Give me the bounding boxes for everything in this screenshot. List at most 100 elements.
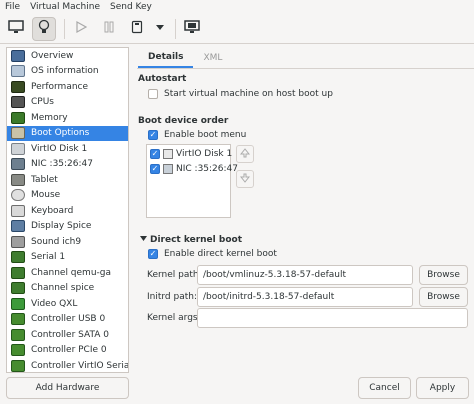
enable-kernel-boot-checkbox[interactable]: ✓ bbox=[148, 249, 158, 259]
display-icon bbox=[11, 220, 25, 233]
sidebar-item-sound[interactable]: Sound ich9 bbox=[7, 234, 128, 250]
info-icon bbox=[11, 65, 25, 78]
fullscreen-icon bbox=[184, 20, 200, 37]
boot-icon bbox=[11, 127, 25, 140]
autostart-checkbox[interactable] bbox=[148, 89, 158, 99]
sidebar-item-overview[interactable]: Overview bbox=[7, 48, 128, 64]
sidebar-item-os-information[interactable]: OS information bbox=[7, 64, 128, 80]
kernel-path-label: Kernel path: bbox=[147, 270, 202, 280]
sidebar-item-label: Keyboard bbox=[31, 205, 74, 216]
sidebar-item-channel-spice[interactable]: Channel spice bbox=[7, 281, 128, 297]
performance-icon bbox=[11, 80, 25, 93]
kernel-args-label: Kernel args: bbox=[147, 313, 201, 323]
monitor-icon bbox=[8, 20, 24, 37]
controller-icon bbox=[11, 359, 25, 372]
sidebar-item-virtio-disk[interactable]: VirtIO Disk 1 bbox=[7, 141, 128, 157]
toolbar bbox=[0, 14, 474, 44]
apply-button[interactable]: Apply bbox=[416, 377, 469, 399]
sidebar-item-serial[interactable]: Serial 1 bbox=[7, 250, 128, 266]
sidebar-item-controller-usb[interactable]: Controller USB 0 bbox=[7, 312, 128, 328]
autostart-checkbox-label: Start virtual machine on host boot up bbox=[164, 89, 333, 99]
sidebar-item-controller-pcie[interactable]: Controller PCIe 0 bbox=[7, 343, 128, 359]
run-button[interactable] bbox=[69, 17, 93, 41]
menu-send-key[interactable]: Send Key bbox=[105, 2, 157, 12]
boot-device-checkbox[interactable]: ✓ bbox=[150, 164, 160, 174]
boot-device-item[interactable]: ✓ NIC :35:26:47 bbox=[150, 164, 238, 174]
memory-icon bbox=[11, 111, 25, 124]
sidebar-item-video-qxl[interactable]: Video QXL bbox=[7, 296, 128, 312]
sidebar-item-tablet[interactable]: Tablet bbox=[7, 172, 128, 188]
tab-xml[interactable]: XML bbox=[193, 48, 232, 68]
console-button[interactable] bbox=[4, 17, 28, 41]
toolbar-separator bbox=[175, 18, 176, 39]
sidebar-item-label: Overview bbox=[31, 50, 74, 61]
kernel-args-input[interactable] bbox=[197, 308, 468, 328]
cpu-icon bbox=[11, 96, 25, 109]
sidebar-item-label: Controller PCIe 0 bbox=[31, 345, 107, 356]
sidebar-item-memory[interactable]: Memory bbox=[7, 110, 128, 126]
arrow-up-icon bbox=[239, 147, 251, 161]
sidebar-item-keyboard[interactable]: Keyboard bbox=[7, 203, 128, 219]
enable-kernel-boot-row[interactable]: ✓ Enable direct kernel boot bbox=[148, 249, 277, 259]
add-hardware-button[interactable]: Add Hardware bbox=[6, 377, 129, 399]
controller-icon bbox=[11, 313, 25, 326]
boot-order-heading: Boot device order bbox=[138, 116, 229, 126]
sidebar-item-performance[interactable]: Performance bbox=[7, 79, 128, 95]
sidebar-item-label: Display Spice bbox=[31, 221, 92, 232]
sidebar-item-label: Controller VirtIO Serial 0 bbox=[31, 360, 129, 371]
arrow-down-icon bbox=[239, 173, 251, 186]
tab-bar: Details XML bbox=[138, 48, 232, 68]
sidebar-item-controller-sata[interactable]: Controller SATA 0 bbox=[7, 327, 128, 343]
sidebar-item-label: VirtIO Disk 1 bbox=[31, 143, 88, 154]
sidebar-item-channel-qemu-ga[interactable]: Channel qemu-ga bbox=[7, 265, 128, 281]
move-down-button[interactable] bbox=[236, 170, 254, 188]
pause-button[interactable] bbox=[97, 17, 121, 41]
play-icon bbox=[75, 20, 88, 36]
tab-details[interactable]: Details bbox=[138, 48, 194, 68]
serial-icon bbox=[11, 251, 25, 264]
sidebar-item-label: Boot Options bbox=[31, 128, 90, 139]
channel-icon bbox=[11, 282, 25, 295]
menu-file[interactable]: File bbox=[0, 2, 25, 12]
boot-device-checkbox[interactable]: ✓ bbox=[150, 149, 160, 159]
sidebar-item-label: Controller USB 0 bbox=[31, 314, 106, 325]
kernel-boot-expander[interactable]: Direct kernel boot bbox=[140, 235, 242, 245]
power-icon bbox=[131, 20, 143, 37]
kernel-path-input[interactable]: /boot/vmlinuz-5.3.18-57-default bbox=[197, 265, 413, 285]
expander-arrow-icon bbox=[140, 235, 147, 245]
sidebar-item-controller-virtio-serial[interactable]: Controller VirtIO Serial 0 bbox=[7, 358, 129, 372]
hardware-list: Overview OS information Performance CPUs… bbox=[6, 47, 129, 373]
initrd-browse-button[interactable]: Browse bbox=[419, 287, 468, 307]
autostart-checkbox-row[interactable]: Start virtual machine on host boot up bbox=[148, 89, 333, 99]
sidebar-item-boot-options[interactable]: Boot Options bbox=[7, 125, 128, 141]
sidebar-item-mouse[interactable]: Mouse bbox=[7, 188, 128, 204]
move-up-button[interactable] bbox=[236, 145, 254, 163]
menu-virtual-machine[interactable]: Virtual Machine bbox=[25, 2, 105, 12]
controller-icon bbox=[11, 344, 25, 357]
autostart-heading: Autostart bbox=[138, 74, 187, 84]
sidebar-item-cpus[interactable]: CPUs bbox=[7, 95, 128, 111]
enable-boot-menu-row[interactable]: ✓ Enable boot menu bbox=[148, 130, 246, 140]
controller-icon bbox=[11, 328, 25, 341]
kernel-browse-button[interactable]: Browse bbox=[419, 265, 468, 285]
sidebar-item-label: Channel spice bbox=[31, 283, 95, 294]
toolbar-separator bbox=[64, 18, 65, 39]
menu-bar: File Virtual Machine Send Key bbox=[0, 0, 474, 14]
initrd-path-input[interactable]: /boot/initrd-5.3.18-57-default bbox=[197, 287, 413, 307]
sidebar-item-label: Memory bbox=[31, 112, 68, 123]
tablet-icon bbox=[11, 173, 25, 186]
boot-device-label: VirtIO Disk 1 bbox=[176, 149, 233, 159]
lightbulb-icon bbox=[38, 19, 50, 38]
enable-boot-menu-checkbox[interactable]: ✓ bbox=[148, 130, 158, 140]
boot-device-item[interactable]: ✓ VirtIO Disk 1 bbox=[150, 149, 232, 159]
details-button[interactable] bbox=[32, 16, 56, 41]
fullscreen-button[interactable] bbox=[180, 17, 204, 41]
cancel-button[interactable]: Cancel bbox=[358, 377, 411, 399]
boot-device-label: NIC :35:26:47 bbox=[176, 164, 238, 174]
sidebar-item-nic[interactable]: NIC :35:26:47 bbox=[7, 157, 128, 173]
shutdown-button[interactable] bbox=[125, 17, 149, 41]
sidebar-item-display-spice[interactable]: Display Spice bbox=[7, 219, 128, 235]
tab-divider bbox=[137, 68, 474, 69]
shutdown-menu-button[interactable] bbox=[153, 17, 167, 41]
keyboard-icon bbox=[11, 204, 25, 217]
